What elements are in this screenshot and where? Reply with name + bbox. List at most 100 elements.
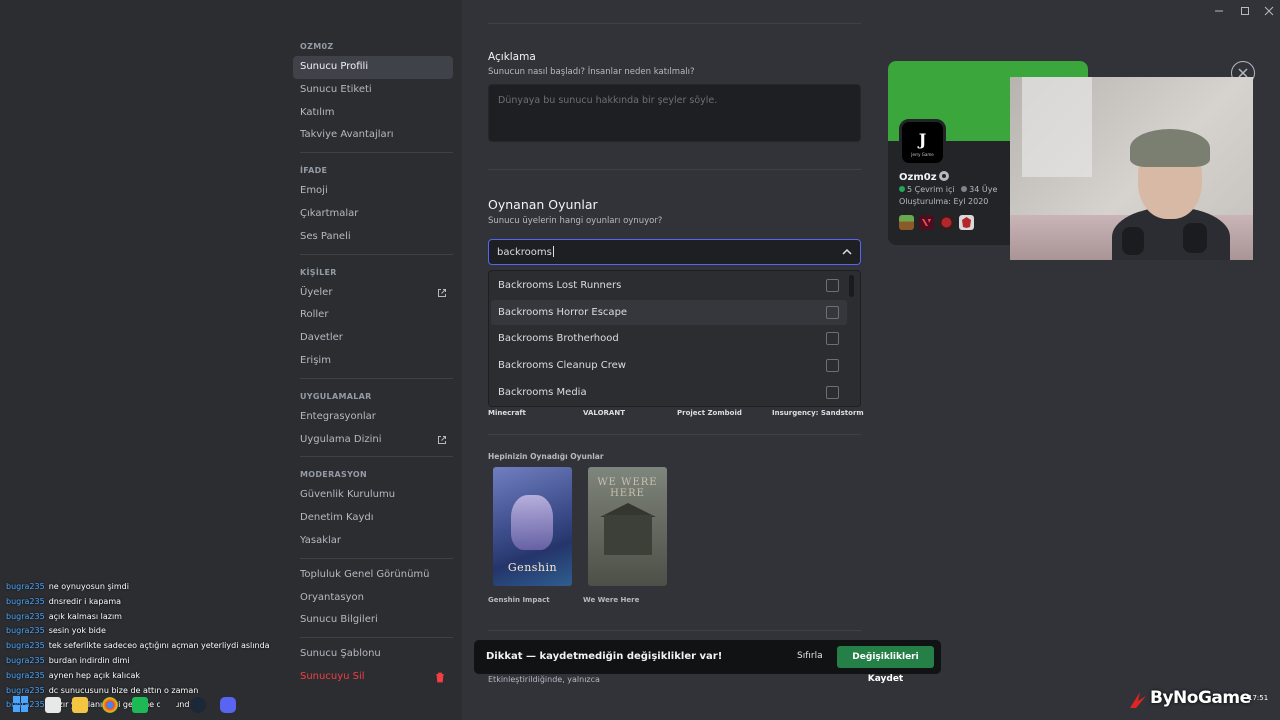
game-option-label: Backrooms Horror Escape [498, 306, 628, 318]
webcam-person-cap [1130, 129, 1210, 167]
sidebar-item-cikartmalar[interactable]: Çıkartmalar [293, 203, 453, 226]
server-name-text: Ozm0z [899, 172, 937, 183]
game-option-checkbox[interactable] [826, 279, 839, 292]
game-cover-we-were-here[interactable]: WE WERE HERE [588, 467, 667, 586]
game-option[interactable]: Backrooms Media [491, 380, 847, 405]
all-played-label: Hepinizin Oynadığı Oyunlar [488, 452, 604, 461]
nav-section-header: MODERASYON [300, 470, 367, 480]
taskbar-app-icon[interactable] [132, 697, 148, 713]
server-stats: 5 Çevrim içi 34 Üye [899, 185, 997, 194]
taskbar-app-icon[interactable] [160, 697, 176, 713]
game-option[interactable]: Backrooms Lost Runners [491, 273, 847, 298]
minecraft-icon [899, 215, 914, 230]
sidebar-item-denetim-kaydi[interactable]: Denetim Kaydı [293, 507, 453, 530]
sidebar-item-topluluk-genel-gorunumu[interactable]: Topluluk Genel Görünümü [293, 564, 453, 587]
sidebar-item-roller[interactable]: Roller [293, 304, 453, 327]
games-title: Oynanan Oyunlar [488, 197, 598, 212]
game-name: Genshin Impact [488, 596, 550, 604]
divider [488, 169, 861, 170]
dropdown-scrollbar[interactable] [849, 275, 854, 297]
sidebar-item-sunucuyu-sil[interactable]: Sunucuyu Sil [293, 666, 453, 689]
chat-message: bugra235 burdan indirdin dimi [6, 654, 306, 669]
server-name: Ozm0z [899, 171, 949, 183]
created-date: Oluşturulma: Eyl 2020 [899, 197, 989, 206]
game-option-checkbox[interactable] [826, 359, 839, 373]
chat-text: aynen hep açık kalıcak [48, 670, 141, 680]
game-dropdown: Backrooms Lost Runners Backrooms Horror E… [488, 270, 861, 407]
sidebar-item-guvenlik-kurulumu[interactable]: Güvenlik Kurulumu [293, 484, 453, 507]
sidebar-item-uyeler[interactable]: Üyeler [293, 282, 453, 305]
cover-art [604, 515, 652, 555]
maximize-icon[interactable] [1238, 4, 1252, 18]
save-changes-button[interactable]: Değişiklikleri Kaydet [837, 646, 934, 684]
windows-start-icon[interactable] [13, 696, 29, 712]
game-option[interactable]: Backrooms Horror Escape [491, 299, 847, 325]
sidebar-item-sunucu-profili[interactable]: Sunucu Profili [293, 56, 453, 79]
webcam-window-light [1022, 77, 1092, 177]
unsaved-warning-text: Dikkat — kaydetmediğin değişiklikler var… [486, 651, 723, 662]
sidebar-item-uygulama-dizini[interactable]: Uygulama Dizini [293, 429, 453, 452]
game-option-checkbox[interactable] [826, 305, 839, 319]
webcam-overlay [1010, 77, 1253, 260]
description-textarea[interactable]: Dünyaya bu sunucu hakkında bir şeyler sö… [488, 84, 861, 142]
game-option-checkbox[interactable] [826, 332, 839, 346]
valorant-icon [919, 215, 934, 230]
nav-divider [300, 253, 453, 255]
sidebar-item-yasaklar[interactable]: Yasaklar [293, 530, 453, 553]
chat-username: bugra235 [6, 582, 45, 591]
sidebar-item-katilim[interactable]: Katılım [293, 102, 453, 125]
games-subtitle: Sunucu üyelerin hangi oyunları oynuyor? [488, 216, 663, 226]
game-option[interactable]: Backrooms Brotherhood [491, 326, 847, 351]
nav-divider [300, 557, 453, 559]
sidebar-item-sunucu-bilgileri[interactable]: Sunucu Bilgileri [293, 609, 453, 632]
nav-section-header: KİŞİLER [300, 267, 337, 277]
sidebar-item-label: Sunucu Bilgileri [300, 614, 378, 626]
sidebar-item-label: Güvenlik Kurulumu [300, 489, 396, 501]
discord-icon[interactable] [220, 697, 236, 713]
file-explorer-icon[interactable] [72, 697, 88, 713]
nav-divider [300, 377, 453, 379]
sidebar-item-ses-paneli[interactable]: Ses Paneli [293, 226, 453, 249]
minimize-icon[interactable] [1212, 4, 1226, 18]
online-dot-icon [899, 186, 905, 192]
clock-time: 17:51 [1248, 694, 1269, 702]
selected-game-name: VALORANT [583, 409, 625, 417]
sidebar-item-erisim[interactable]: Erişim [293, 350, 453, 373]
sidebar-item-takviye-avantajlari[interactable]: Takviye Avantajları [293, 124, 453, 147]
sidebar-item-emoji[interactable]: Emoji [293, 180, 453, 203]
sidebar-item-label: Topluluk Genel Görünümü [300, 568, 430, 580]
sidebar-item-davetler[interactable]: Davetler [293, 327, 453, 350]
sidebar-item-label: Davetler [300, 332, 343, 344]
steam-icon[interactable] [190, 697, 206, 713]
game-option-label: Backrooms Lost Runners [498, 280, 622, 291]
nav-section-header: İFADE [300, 166, 328, 176]
online-count: 5 Çevrim içi [907, 185, 955, 194]
external-link-icon [438, 288, 446, 297]
chat-message: bugra235 ne oynuyosun şimdi [6, 580, 306, 595]
chat-username: bugra235 [6, 596, 45, 606]
window-close-icon[interactable] [1262, 4, 1276, 18]
chat-text: sesin yok bide [48, 626, 106, 636]
chevron-up-icon[interactable] [841, 247, 853, 257]
settings-nav: OZM0Z Sunucu Profili Sunucu Etiketi Katılım… [293, 34, 453, 689]
game-search-input[interactable]: backrooms [488, 239, 861, 265]
taskbar-app-icon[interactable] [45, 697, 61, 713]
sidebar-item-oryantasyon[interactable]: Oryantasyon [293, 587, 453, 610]
game-cover-genshin-impact[interactable]: Genshin [493, 467, 572, 586]
sidebar-item-label: Takviye Avantajları [300, 129, 394, 141]
sidebar-item-sunucu-etiketi[interactable]: Sunucu Etiketi [293, 79, 453, 102]
game-option[interactable]: Backrooms Cleanup Crew [491, 353, 847, 378]
reset-button[interactable]: Sıfırla [797, 651, 823, 661]
avatar-subtext: Jerry Game [911, 152, 934, 157]
sidebar-item-sunucu-sablonu[interactable]: Sunucu Şablonu [293, 643, 453, 666]
sidebar-item-label: Çıkartmalar [300, 207, 359, 219]
avatar-letter: J [918, 130, 927, 149]
chrome-icon[interactable] [102, 697, 118, 713]
sidebar-item-label: Üyeler [300, 286, 333, 298]
sidebar-item-label: Entegrasyonlar [300, 410, 376, 422]
sidebar-item-label: Yasaklar [300, 534, 342, 546]
game-option-checkbox[interactable] [826, 385, 839, 399]
sidebar-item-entegrasyonlar[interactable]: Entegrasyonlar [293, 406, 453, 429]
chat-username: bugra235 [6, 670, 45, 680]
chat-message: bugra235 sesin yok bide [6, 624, 306, 639]
